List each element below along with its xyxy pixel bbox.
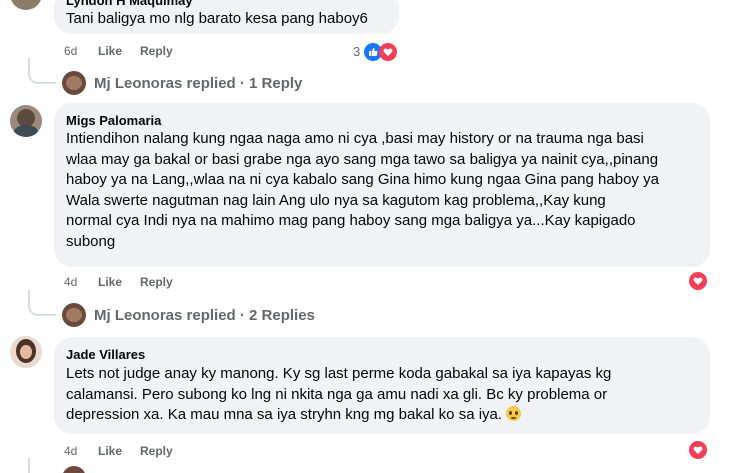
like-button[interactable]: Like bbox=[98, 44, 140, 58]
thread-connector bbox=[28, 58, 56, 84]
replies-summary: Mj Leonoras replied · 2 Replies bbox=[94, 306, 315, 324]
comment-author[interactable]: Migs Palomaria bbox=[66, 113, 161, 128]
avatar[interactable] bbox=[10, 0, 42, 10]
comment-time[interactable]: 6d bbox=[64, 44, 98, 58]
heart-icon[interactable] bbox=[379, 43, 397, 61]
comment-line-wrapper: depression xa. Ka mau mna sa iya stryhn … bbox=[66, 405, 611, 426]
comment-line: depression xa. Ka mau mna sa iya stryhn … bbox=[66, 406, 503, 423]
reply-button[interactable]: Reply bbox=[140, 444, 173, 458]
view-replies-link[interactable]: Mj Leonoras replied · 1 Reply bbox=[62, 71, 302, 95]
comment-time[interactable]: 4d bbox=[64, 275, 98, 289]
comment-actions: 6d Like Reply bbox=[64, 44, 173, 58]
comment-text: Intiendihon nalang kung ngaa naga amo ni… bbox=[66, 129, 659, 252]
replies-summary: Mj Leonoras replied · 1 Reply bbox=[94, 74, 303, 92]
comment-text: Tani baligya mo nlg barato kesa pang hab… bbox=[66, 10, 368, 27]
reply-button[interactable]: Reply bbox=[140, 44, 173, 58]
view-replies-link[interactable]: Mj Leonoras replied · 2 Replies bbox=[62, 303, 315, 327]
thread-connector bbox=[28, 458, 56, 473]
comment-line: Intiendihon nalang kung ngaa naga amo ni… bbox=[66, 130, 644, 147]
comment-actions: 4d Like Reply bbox=[64, 275, 173, 289]
comment-line: wlaa may ga bakal or basi grabe nga ayo … bbox=[66, 150, 659, 168]
pleading-face-icon bbox=[506, 406, 522, 421]
avatar bbox=[62, 71, 86, 95]
comments-panel: Lyndon H Maquimay Tani baligya mo nlg ba… bbox=[0, 0, 750, 473]
avatar bbox=[62, 303, 86, 327]
comment-actions: 4d Like Reply bbox=[64, 444, 173, 458]
reaction-count[interactable]: 3 bbox=[353, 44, 360, 59]
comment-text: Lets not judge anay ky manong. Ky sg las… bbox=[66, 364, 611, 426]
heart-icon[interactable] bbox=[689, 272, 707, 290]
comment-line: normal cya Indi nya na mahimo mag pang h… bbox=[66, 212, 636, 229]
comment-line: Wala swerte nagutman nag lain Ang ulo ny… bbox=[66, 191, 606, 209]
like-button[interactable]: Like bbox=[98, 444, 140, 458]
comment-author[interactable]: Jade Villares bbox=[66, 347, 145, 362]
like-button[interactable]: Like bbox=[98, 275, 140, 289]
heart-icon[interactable] bbox=[689, 441, 707, 459]
comment-line: Lets not judge anay ky manong. Ky sg las… bbox=[66, 365, 612, 382]
comment-time[interactable]: 4d bbox=[64, 444, 98, 458]
comment-author[interactable]: Lyndon H Maquimay bbox=[66, 0, 193, 8]
comment-line: calamansi. Pero subong ko lng ni nkita n… bbox=[66, 385, 608, 403]
comment-line: subong bbox=[66, 232, 116, 250]
reply-button[interactable]: Reply bbox=[140, 275, 173, 289]
avatar bbox=[62, 466, 86, 473]
comment-line: haboy ya na Lang,,wlaa na ni cya kabalo … bbox=[66, 171, 659, 188]
thread-connector bbox=[28, 290, 56, 316]
avatar[interactable] bbox=[10, 336, 42, 368]
avatar[interactable] bbox=[10, 105, 42, 137]
